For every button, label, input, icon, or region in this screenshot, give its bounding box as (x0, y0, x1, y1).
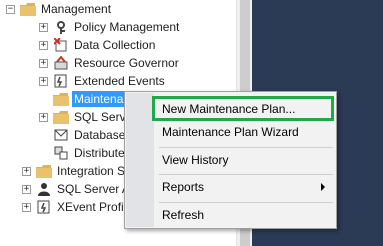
menu-icon-gutter (126, 93, 154, 227)
folder-icon (53, 109, 69, 125)
tree-item-extended-events[interactable]: + Extended Events (39, 72, 167, 90)
policy-icon (53, 19, 69, 35)
resource-governor-icon (53, 55, 69, 71)
highlight-box (152, 96, 334, 121)
database-mail-icon (53, 127, 69, 143)
tree-item-data-collection[interactable]: + Data Collection (39, 36, 157, 54)
expand-icon[interactable]: + (39, 112, 48, 122)
expand-icon[interactable]: + (22, 202, 31, 212)
menu-item-reports[interactable]: Reports (155, 176, 335, 198)
menu-separator (159, 202, 333, 203)
expand-icon[interactable]: + (39, 40, 48, 50)
submenu-arrow-icon (321, 183, 325, 191)
menu-item-view-history[interactable]: View History (155, 149, 335, 171)
menu-item-label: Refresh (162, 208, 205, 222)
menu-item-refresh[interactable]: Refresh (155, 204, 335, 226)
folder-icon (36, 163, 52, 179)
tree-item-resource-governor[interactable]: + Resource Governor (39, 54, 181, 72)
menu-item-label: Maintenance Plan Wizard (162, 125, 299, 139)
distributed-transaction-icon (53, 145, 69, 161)
extended-events-icon (53, 73, 69, 89)
xevent-profiler-icon (36, 199, 52, 215)
folder-icon (20, 1, 36, 17)
expand-icon[interactable]: + (39, 22, 48, 32)
menu-separator (159, 174, 333, 175)
sql-agent-icon (36, 181, 52, 197)
menu-item-label: Reports (162, 180, 205, 194)
tree-item-xevent-profiler[interactable]: + XEvent Profiler (22, 198, 139, 216)
expand-icon[interactable]: + (22, 166, 31, 176)
expand-icon[interactable]: + (39, 76, 48, 86)
folder-icon (53, 91, 69, 107)
expand-icon[interactable]: + (22, 184, 31, 194)
tree-item-label: Resource Governor (74, 56, 179, 70)
collapse-icon[interactable]: − (6, 4, 15, 14)
expand-icon[interactable]: + (39, 58, 48, 68)
menu-item-label: View History (162, 153, 229, 167)
tree-item-management[interactable]: − Management (6, 0, 113, 18)
menu-item-maintenance-plan-wizard[interactable]: Maintenance Plan Wizard (155, 121, 335, 143)
menu-separator (159, 147, 333, 148)
context-menu: New Maintenance Plan... Maintenance Plan… (124, 91, 337, 229)
tree-item-policy-management[interactable]: + Policy Management (39, 18, 181, 36)
tree-item-label: Data Collection (74, 38, 156, 52)
data-collection-icon (53, 37, 69, 53)
tree-item-label: Management (41, 2, 112, 16)
tree-item-label: Policy Management (74, 20, 180, 34)
tree-item-label: Extended Events (74, 74, 165, 88)
